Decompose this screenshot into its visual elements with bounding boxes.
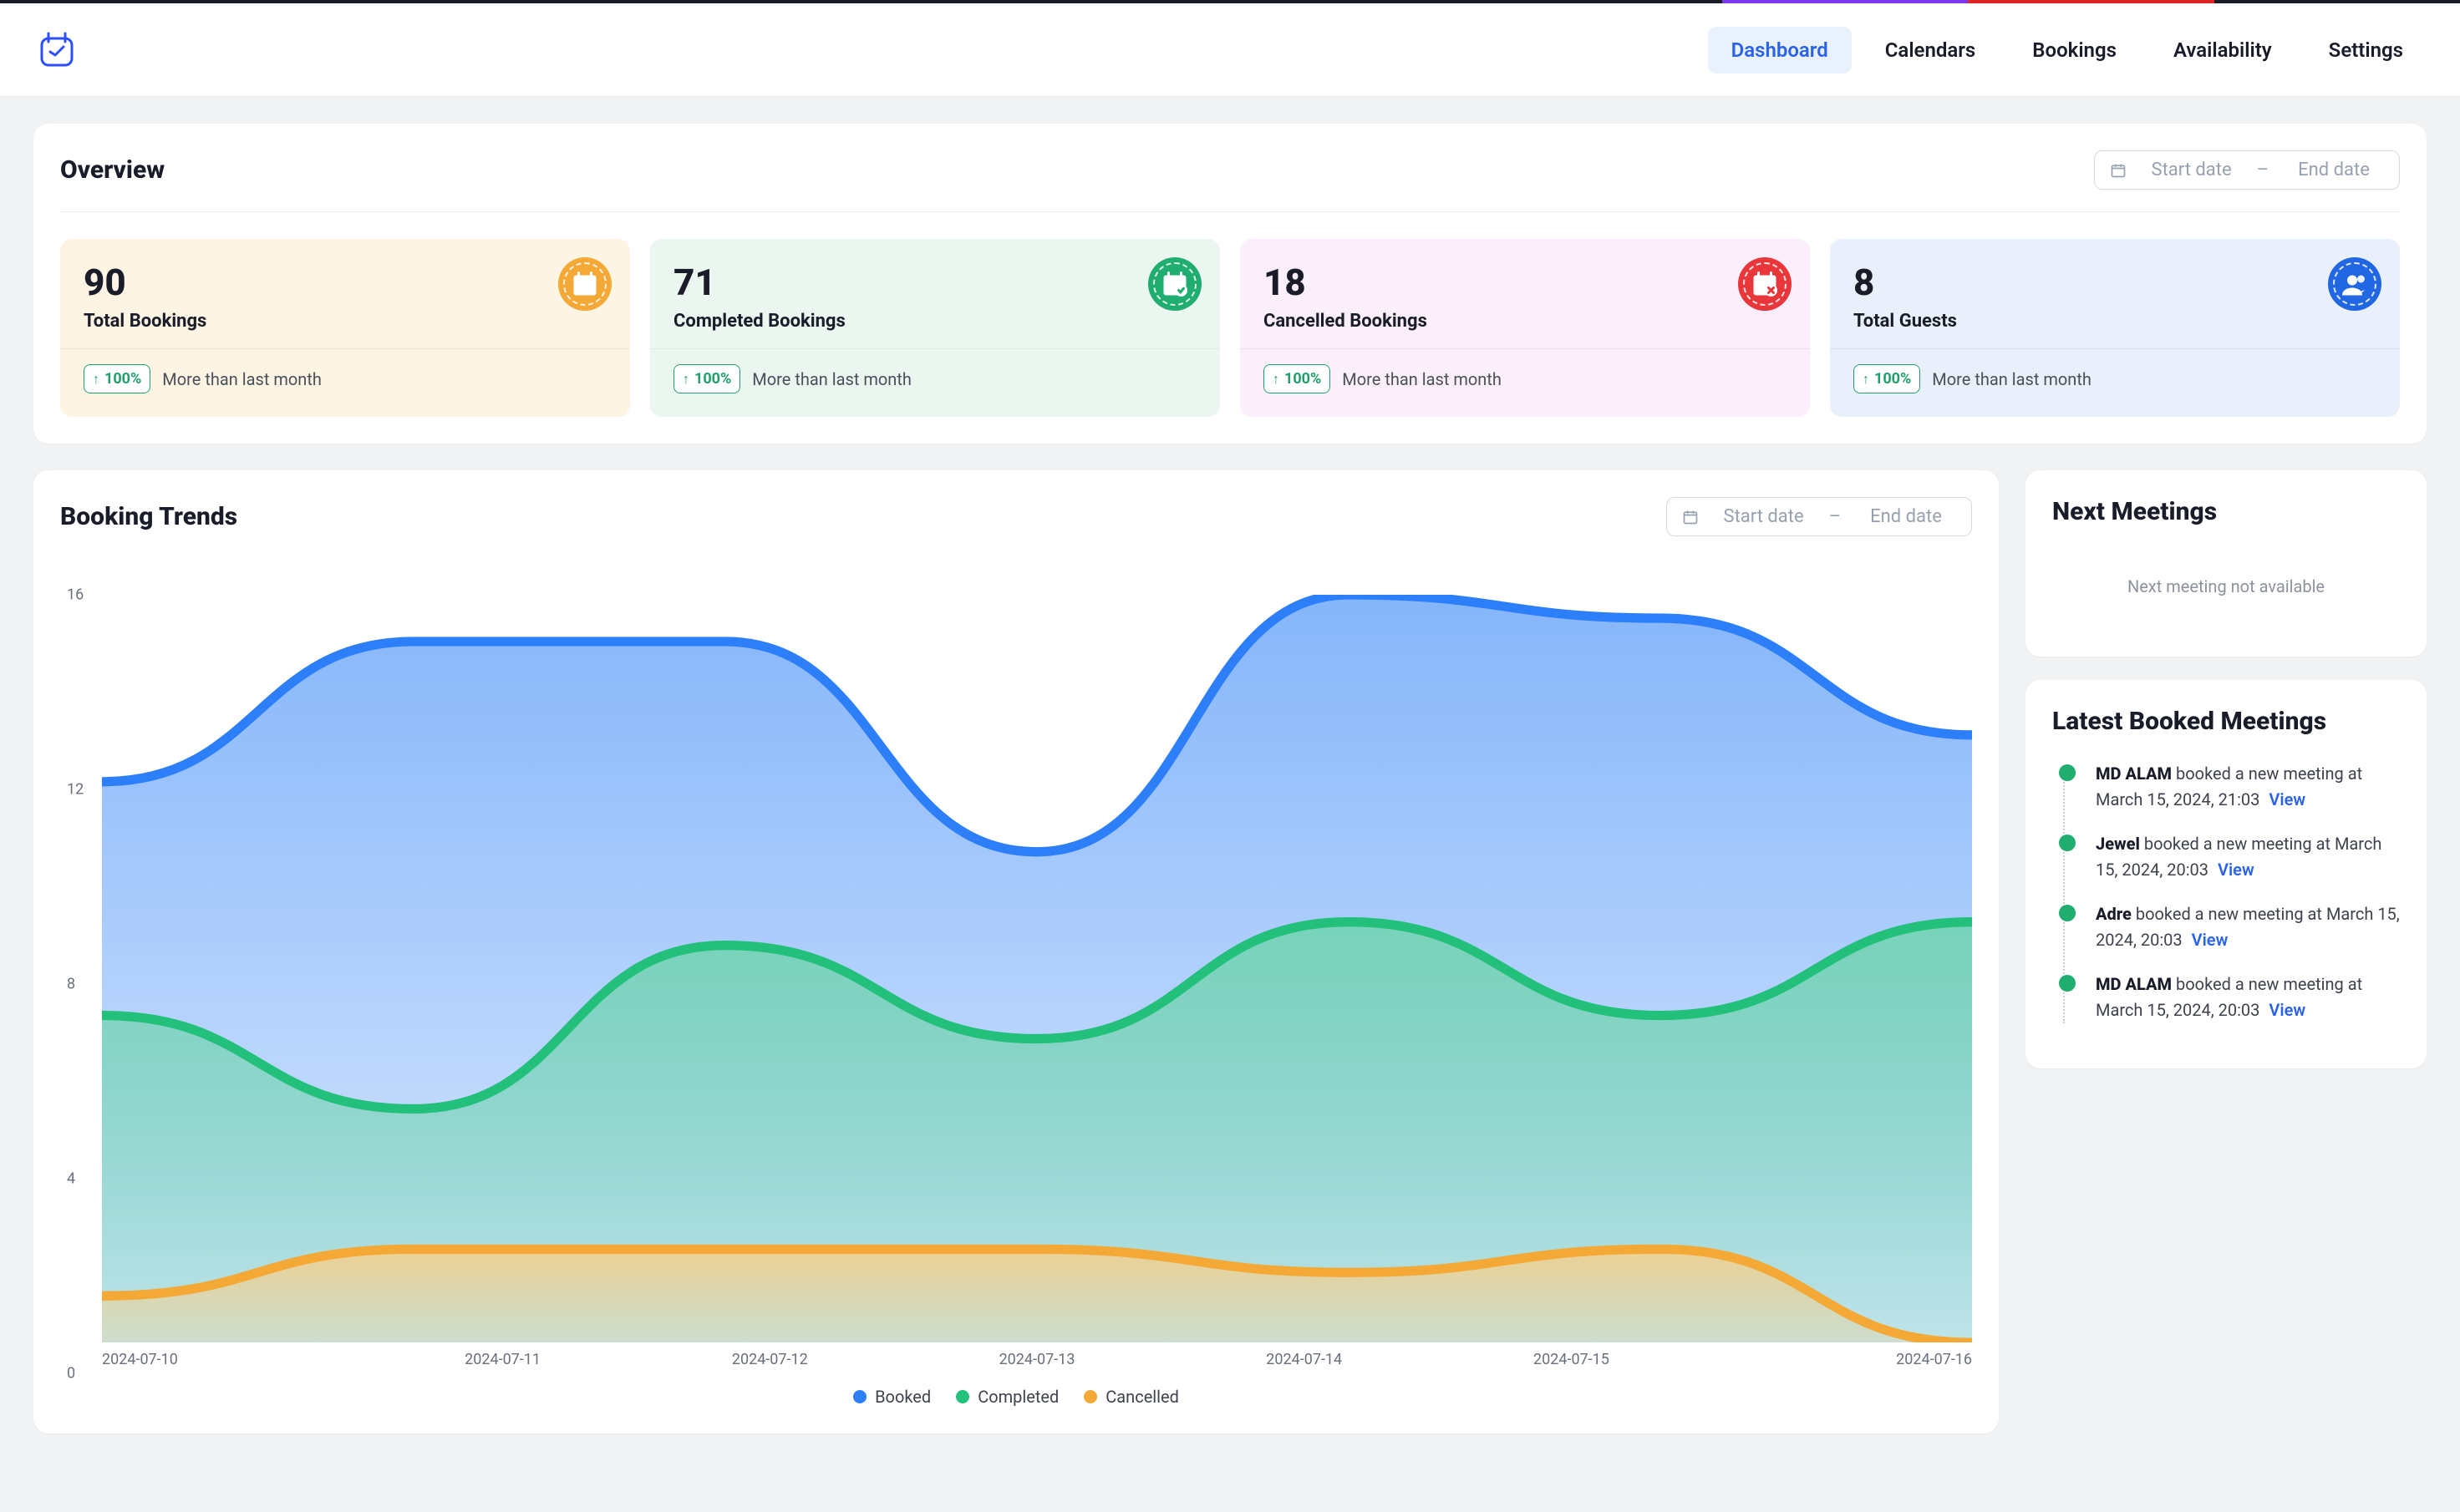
stat-label: Cancelled Bookings [1263,311,1787,332]
stat-completed-bookings: 71 Completed Bookings ↑ 100% More than l… [650,239,1220,417]
pct-badge: ↑ 100% [84,364,150,393]
stat-value: 90 [84,261,607,304]
calendar-x-icon [1738,257,1792,311]
date-separator: – [2257,160,2269,180]
latest-booked-card: Latest Booked Meetings MD ALAM booked a … [2025,680,2427,1068]
meeting-person: Jewel [2096,834,2140,854]
overview-title: Overview [60,155,165,185]
stat-note: More than last month [752,369,912,389]
arrow-up-icon: ↑ [683,371,689,388]
nav-calendars[interactable]: Calendars [1862,27,2000,74]
calendar-icon [558,257,612,311]
stat-value: 8 [1853,261,2376,304]
arrow-up-icon: ↑ [1863,371,1869,388]
top-accent-strip [0,0,2460,3]
date-separator: – [1829,506,1841,527]
view-link[interactable]: View [2218,860,2254,880]
arrow-up-icon: ↑ [1273,371,1279,388]
overview-start-date[interactable]: Start date [2142,160,2242,180]
booking-trends-card: Booking Trends Start date – End date 048… [33,470,1999,1433]
stat-note: More than last month [162,369,322,389]
overview-date-range[interactable]: Start date – End date [2094,150,2400,190]
status-dot-icon [2059,835,2076,851]
users-icon [2328,257,2381,311]
nav-dashboard[interactable]: Dashboard [1708,27,1852,74]
nav-settings[interactable]: Settings [2305,27,2427,74]
nav-bookings[interactable]: Bookings [2009,27,2140,74]
status-dot-icon [2059,764,2076,781]
navbar: Dashboard Calendars Bookings Availabilit… [0,3,2460,97]
next-meetings-title: Next Meetings [2052,497,2400,526]
stat-value: 71 [673,261,1197,304]
meeting-person: MD ALAM [2096,974,2172,994]
pct-badge: ↑ 100% [673,364,740,393]
trends-date-range[interactable]: Start date – End date [1666,497,1972,536]
view-link[interactable]: View [2269,1000,2305,1020]
timeline-item: MD ALAM booked a new meeting at March 15… [2056,761,2400,813]
overview-end-date[interactable]: End date [2284,160,2384,180]
stat-total-bookings: 90 Total Bookings ↑ 100% More than last … [60,239,630,417]
status-dot-icon [2059,975,2076,992]
view-link[interactable]: View [2192,930,2229,950]
legend-booked: Booked [853,1387,931,1407]
legend-cancelled: Cancelled [1084,1387,1179,1407]
stat-total-guests: 8 Total Guests ↑ 100% More than last mon… [1830,239,2400,417]
app-logo[interactable] [33,27,80,74]
meeting-person: MD ALAM [2096,764,2172,784]
next-meetings-empty: Next meeting not available [2052,526,2400,630]
chart-legend: Booked Completed Cancelled [60,1387,1972,1407]
stat-note: More than last month [1932,369,2092,389]
meeting-person: Adre [2096,904,2132,924]
pct-badge: ↑ 100% [1263,364,1330,393]
stat-label: Total Guests [1853,311,2376,332]
trends-end-date[interactable]: End date [1856,506,1956,527]
overview-card: Overview Start date – End date 90 Total … [33,124,2427,444]
nav-tabs: Dashboard Calendars Bookings Availabilit… [1708,27,2427,74]
calendar-icon [2110,162,2127,179]
nav-availability[interactable]: Availability [2150,27,2295,74]
calendar-icon [1682,509,1699,525]
stat-value: 18 [1263,261,1787,304]
latest-booked-title: Latest Booked Meetings [2052,707,2400,736]
view-link[interactable]: View [2269,789,2305,809]
next-meetings-card: Next Meetings Next meeting not available [2025,470,2427,657]
timeline-item: Jewel booked a new meeting at March 15, … [2056,831,2400,883]
trends-title: Booking Trends [60,502,237,531]
calendar-check-icon [1148,257,1202,311]
stat-label: Total Bookings [84,311,607,332]
stat-note: More than last month [1342,369,1502,389]
trends-start-date[interactable]: Start date [1714,506,1814,527]
status-dot-icon [2059,905,2076,921]
pct-badge: ↑ 100% [1853,364,1920,393]
stat-cancelled-bookings: 18 Cancelled Bookings ↑ 100% More than l… [1240,239,1810,417]
timeline-item: MD ALAM booked a new meeting at March 15… [2056,972,2400,1023]
legend-completed: Completed [956,1387,1059,1407]
stat-label: Completed Bookings [673,311,1197,332]
trends-chart: 0481216 2024-07-102024-07-112024-07-1220… [60,595,1972,1407]
timeline-item: Adre booked a new meeting at March 15, 2… [2056,901,2400,953]
arrow-up-icon: ↑ [93,371,99,388]
